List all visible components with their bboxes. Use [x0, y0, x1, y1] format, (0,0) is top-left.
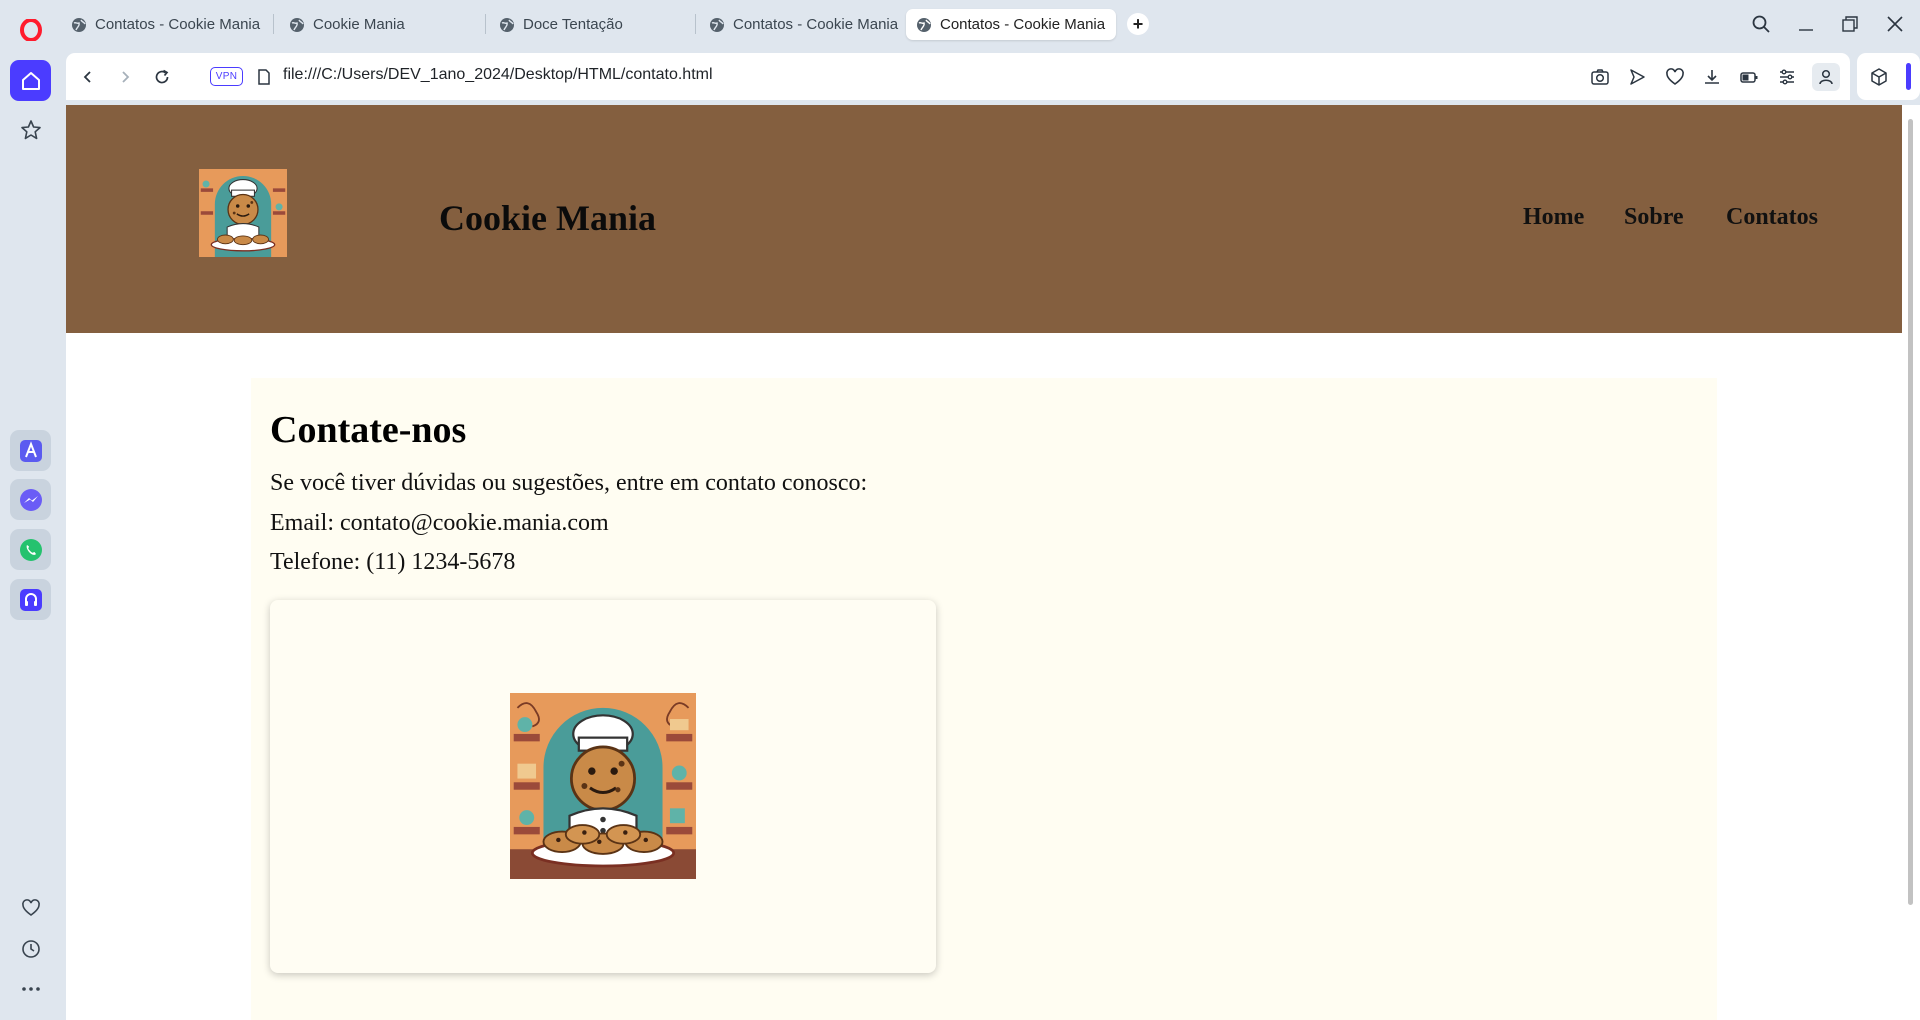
home-sidebar-button[interactable] — [10, 60, 51, 101]
reload-icon[interactable] — [150, 65, 174, 89]
tab-contatos-active[interactable]: Contatos - Cookie Mania — [906, 9, 1116, 40]
tab-title: Contatos - Cookie Mania — [733, 16, 899, 33]
tab-cookie-mania[interactable]: Cookie Mania — [279, 9, 479, 40]
send-flow-icon[interactable] — [1625, 65, 1649, 89]
page-scrollbar[interactable] — [1902, 105, 1920, 1020]
battery-saver-icon[interactable] — [1737, 65, 1761, 89]
music-player-icon[interactable] — [10, 579, 51, 620]
more-options-icon[interactable] — [19, 977, 43, 1001]
globe-icon — [710, 17, 724, 32]
tab-title: Contatos - Cookie Mania — [940, 16, 1106, 33]
tab-title: Contatos - Cookie Mania — [95, 16, 261, 33]
cookie-chef-image — [510, 693, 696, 879]
tab-search-icon[interactable] — [1749, 12, 1773, 36]
tab-title: Cookie Mania — [313, 16, 405, 33]
opera-logo-icon[interactable] — [19, 18, 43, 42]
nav-home-link[interactable]: Home — [1523, 204, 1584, 231]
easy-setup-icon[interactable] — [1775, 65, 1799, 89]
tab-divider — [273, 14, 274, 34]
bookmark-heart-icon[interactable] — [1663, 65, 1687, 89]
image-card — [270, 600, 936, 973]
site-header: Cookie Mania Home Sobre Contatos — [66, 105, 1902, 333]
tab-divider — [695, 14, 696, 34]
contact-section: Contate-nos Se você tiver dúvidas ou sug… — [251, 378, 1717, 1020]
restore-window-icon[interactable] — [1838, 12, 1862, 36]
close-window-icon[interactable] — [1883, 12, 1907, 36]
extensions-panel — [1857, 53, 1920, 100]
contact-heading: Contate-nos — [270, 409, 467, 451]
tab-contatos-1[interactable]: Contatos - Cookie Mania — [61, 9, 268, 40]
address-bar: VPN file:///C:/Users/DEV_1ano_2024/Deskt… — [66, 53, 1850, 100]
pinboard-icon[interactable] — [19, 118, 43, 142]
url-field[interactable]: file:///C:/Users/DEV_1ano_2024/Desktop/H… — [283, 66, 713, 84]
globe-icon — [917, 17, 931, 32]
aria-icon[interactable] — [10, 430, 51, 471]
opera-sidebar — [0, 0, 61, 1020]
globe-icon — [290, 17, 304, 32]
messenger-icon[interactable] — [10, 479, 51, 520]
download-icon[interactable] — [1700, 65, 1724, 89]
forward-arrow-icon[interactable] — [113, 65, 137, 89]
back-arrow-icon[interactable] — [76, 65, 100, 89]
tab-divider — [485, 14, 486, 34]
globe-icon — [500, 17, 514, 32]
site-title: Cookie Mania — [439, 198, 657, 238]
profile-icon[interactable] — [1812, 63, 1840, 91]
extensions-cube-icon[interactable] — [1867, 65, 1891, 89]
snapshot-camera-icon[interactable] — [1588, 65, 1612, 89]
globe-icon — [72, 17, 86, 32]
whatsapp-icon[interactable] — [10, 529, 51, 570]
cookie-chef-logo — [199, 169, 287, 257]
nav-sobre-link[interactable]: Sobre — [1624, 204, 1684, 231]
sidebar-toggle-indicator[interactable] — [1906, 63, 1911, 90]
new-tab-plus-icon[interactable]: + — [1127, 13, 1149, 35]
vpn-badge[interactable]: VPN — [210, 67, 243, 86]
minimize-window-icon[interactable] — [1794, 12, 1818, 36]
page-viewport: Cookie Mania Home Sobre Contatos Contate… — [66, 105, 1902, 1020]
tab-contatos-2[interactable]: Contatos - Cookie Mania — [699, 9, 899, 40]
file-page-icon[interactable] — [252, 65, 276, 89]
tab-title: Doce Tentação — [523, 16, 623, 33]
favorites-heart-icon[interactable] — [19, 896, 43, 920]
contact-intro-text: Se você tiver dúvidas ou sugestões, entr… — [270, 470, 868, 496]
scrollbar-thumb[interactable] — [1908, 119, 1913, 905]
tab-doce-tentacao[interactable]: Doce Tentação — [489, 9, 689, 40]
tab-bar: Contatos - Cookie Mania Cookie Mania Doc… — [61, 0, 1920, 48]
nav-contatos-link[interactable]: Contatos — [1726, 204, 1818, 231]
contact-email-text: Email: contato@cookie.mania.com — [270, 510, 609, 536]
history-clock-icon[interactable] — [19, 937, 43, 961]
contact-phone-text: Telefone: (11) 1234-5678 — [270, 549, 516, 575]
